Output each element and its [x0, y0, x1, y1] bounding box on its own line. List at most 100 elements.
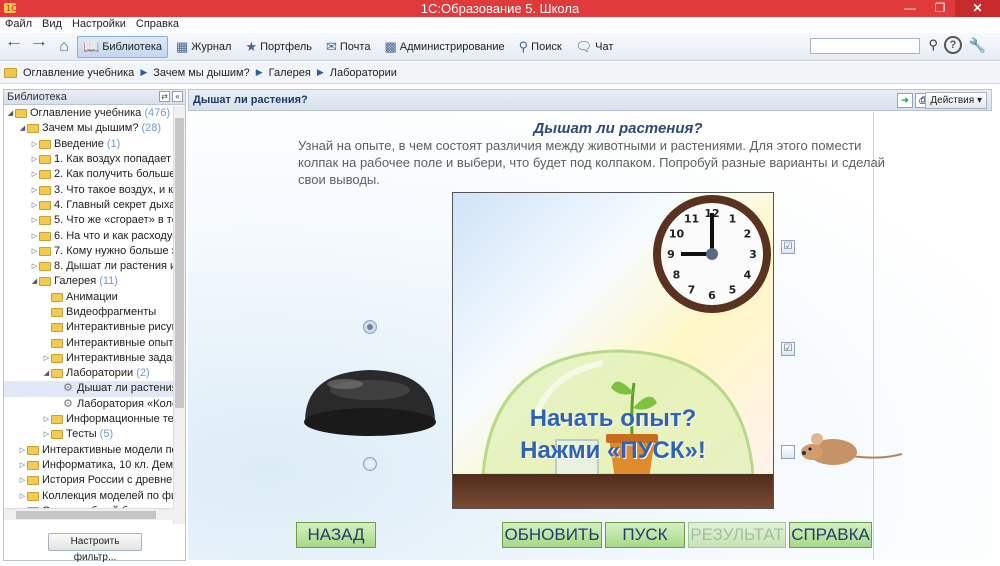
- tree-item[interactable]: ▷ Информатика, 10 кл. Демо-вер: [4, 458, 174, 473]
- tree-item-label: 5. Что же «сгорает» в теле ж: [54, 214, 174, 227]
- clock-numeral: 1: [729, 213, 737, 226]
- tree-item[interactable]: ⚙ Дышат ли растения?: [4, 381, 174, 397]
- jar-position-radio-bottom[interactable]: [363, 457, 377, 471]
- toolbar-library-button[interactable]: 📖 Библиотека: [77, 35, 168, 58]
- expanded-arrow-icon[interactable]: ◢: [6, 106, 15, 121]
- back-arrow-icon[interactable]: 🠀: [3, 36, 25, 58]
- tree-item[interactable]: ▷ 3. Что такое воздух, и как он: [4, 182, 174, 197]
- collapsed-arrow-icon[interactable]: ▷: [30, 259, 39, 274]
- expanded-arrow-icon[interactable]: ◢: [30, 274, 39, 289]
- tree-item[interactable]: Анимации: [4, 290, 174, 305]
- expanded-arrow-icon[interactable]: ◢: [18, 121, 27, 136]
- mouse-checkbox[interactable]: [781, 445, 795, 459]
- collapsed-arrow-icon[interactable]: ▷: [42, 412, 51, 427]
- actions-dropdown[interactable]: Действия ▾: [925, 92, 987, 109]
- toolbar-chat-button[interactable]: 🗨 Чат: [570, 36, 620, 58]
- start-button[interactable]: ПУСК: [605, 522, 685, 548]
- toolbar-admin-button[interactable]: ▩ Администрирование: [378, 36, 510, 58]
- tree-item[interactable]: ▷ 5. Что же «сгорает» в теле ж: [4, 213, 174, 228]
- breadcrumb-item[interactable]: Зачем мы дышим?: [153, 67, 250, 79]
- tree-item[interactable]: ◢ Оглавление учебника (476): [4, 106, 174, 121]
- menu-help[interactable]: Справка: [136, 17, 179, 33]
- collapsed-arrow-icon[interactable]: ▷: [30, 198, 39, 213]
- tree-item[interactable]: ▷ Тесты (5): [4, 427, 174, 442]
- tree-item[interactable]: ▷ Информационные тексты: [4, 412, 174, 427]
- sync-icon[interactable]: ⇄: [159, 91, 170, 102]
- tree-item-label: Оглавление учебника: [30, 107, 142, 120]
- forward-arrow-icon[interactable]: 🠂: [28, 36, 50, 58]
- tree-item[interactable]: ▷ История России с древнейших в: [4, 473, 174, 488]
- scrollbar-thumb[interactable]: [175, 118, 184, 408]
- tree-item-label: Информационные тексты: [66, 413, 174, 426]
- collapsed-arrow-icon[interactable]: ▷: [18, 489, 27, 504]
- back-button[interactable]: НАЗАД: [296, 522, 376, 548]
- tree-item[interactable]: ▷ Введение (1): [4, 137, 174, 152]
- key-icon[interactable]: 🔧: [969, 37, 986, 54]
- toolbar-portfolio-button[interactable]: ★ Портфель: [239, 36, 318, 58]
- tree-vertical-scrollbar[interactable]: [173, 106, 185, 524]
- collapsed-arrow-icon[interactable]: ▷: [42, 427, 51, 442]
- help-icon[interactable]: ?: [944, 36, 962, 54]
- collapsed-arrow-icon[interactable]: ▷: [18, 473, 27, 488]
- collapsed-arrow-icon[interactable]: ▷: [30, 213, 39, 228]
- collapsed-arrow-icon[interactable]: ▷: [42, 351, 51, 366]
- search-icon[interactable]: ⚲: [928, 37, 938, 53]
- breadcrumb-item[interactable]: Оглавление учебника: [23, 67, 134, 79]
- jar-position-radio-top[interactable]: [363, 320, 377, 334]
- plant-checkbox[interactable]: ☑: [781, 342, 795, 356]
- minimize-button[interactable]: —: [895, 0, 925, 17]
- tree-item[interactable]: Видеофрагменты: [4, 305, 174, 320]
- menu-settings[interactable]: Настройки: [72, 17, 126, 33]
- collapsed-arrow-icon[interactable]: ▷: [30, 137, 39, 152]
- tree-item[interactable]: ▷ Интерактивные задания: [4, 351, 174, 366]
- breadcrumb-item[interactable]: Галерея: [269, 67, 311, 79]
- tree-item[interactable]: ▷ 7. Кому нужно больше энерг: [4, 244, 174, 259]
- collapsed-arrow-icon[interactable]: ▷: [30, 152, 39, 167]
- clock-checkbox[interactable]: ☑: [781, 240, 795, 254]
- experiment-field: 121234567891011 Начать опыт? Нажми «ПУСК…: [452, 192, 774, 509]
- tree-horizontal-scrollbar[interactable]: [4, 508, 174, 520]
- collapsed-arrow-icon[interactable]: ▷: [30, 183, 39, 198]
- toolbar-mail-button[interactable]: ✉ Почта: [320, 36, 376, 58]
- collapse-panel-icon[interactable]: «: [172, 91, 183, 102]
- tree-item[interactable]: ▷ Коллекция моделей по физике: [4, 488, 174, 503]
- folder-icon: [39, 170, 51, 180]
- menu-file[interactable]: Файл: [5, 17, 32, 33]
- collapsed-arrow-icon[interactable]: ▷: [30, 229, 39, 244]
- scrollbar-thumb[interactable]: [16, 511, 156, 519]
- help-button[interactable]: СПРАВКА: [789, 522, 872, 548]
- tree-item[interactable]: Интерактивные опыты: [4, 335, 174, 350]
- tree-item[interactable]: ▷ 2. Как получить больше возд: [4, 167, 174, 182]
- tree-item-label: Лаборатория «Колобо: [77, 397, 174, 410]
- maximize-button[interactable]: ❐: [925, 0, 955, 17]
- tree-item-count: (28): [141, 122, 162, 135]
- tree-item[interactable]: ▷ 8. Дышат ли растения и гриб: [4, 259, 174, 274]
- tree-item[interactable]: ⚙ Лаборатория «Колобо: [4, 397, 174, 412]
- collapsed-arrow-icon[interactable]: ▷: [30, 244, 39, 259]
- breadcrumb-item[interactable]: Лаборатории: [330, 67, 397, 79]
- search-input[interactable]: [810, 38, 920, 54]
- tree-item[interactable]: ▷ 1. Как воздух попадает в тел: [4, 152, 174, 167]
- tree-item[interactable]: ◢ Лаборатории (2): [4, 366, 174, 381]
- tree-item[interactable]: ▷ 4. Главный секрет дыхания: [4, 198, 174, 213]
- tree-item[interactable]: ▷ Интерактивные модели по мат: [4, 443, 174, 458]
- home-icon[interactable]: ⌂: [53, 36, 75, 58]
- bell-jar[interactable]: [300, 362, 440, 457]
- tree-item[interactable]: ◢ Галерея (11): [4, 274, 174, 289]
- export-icon[interactable]: ➜: [897, 93, 913, 108]
- menu-view[interactable]: Вид: [42, 17, 62, 33]
- refresh-button[interactable]: ОБНОВИТЬ: [502, 522, 602, 548]
- toolbar-search-button[interactable]: ⚲ Поиск: [513, 36, 568, 58]
- collapsed-arrow-icon[interactable]: ▷: [30, 167, 39, 182]
- start-prompt-line1: Начать опыт?: [529, 405, 697, 432]
- toolbar-journal-button[interactable]: ▦ Журнал: [170, 36, 237, 58]
- tree-item[interactable]: Интерактивные рисунки и: [4, 320, 174, 335]
- result-button[interactable]: РЕЗУЛЬТАТ: [688, 522, 786, 548]
- collapsed-arrow-icon[interactable]: ▷: [18, 458, 27, 473]
- configure-filter-button[interactable]: Настроить фильтр...: [48, 533, 142, 563]
- tree-item[interactable]: ▷ 6. На что и как расходуется э: [4, 228, 174, 243]
- tree-item[interactable]: ◢ Зачем мы дышим? (28): [4, 121, 174, 136]
- collapsed-arrow-icon[interactable]: ▷: [18, 443, 27, 458]
- close-button[interactable]: ✕: [955, 0, 1000, 17]
- expanded-arrow-icon[interactable]: ◢: [42, 366, 51, 381]
